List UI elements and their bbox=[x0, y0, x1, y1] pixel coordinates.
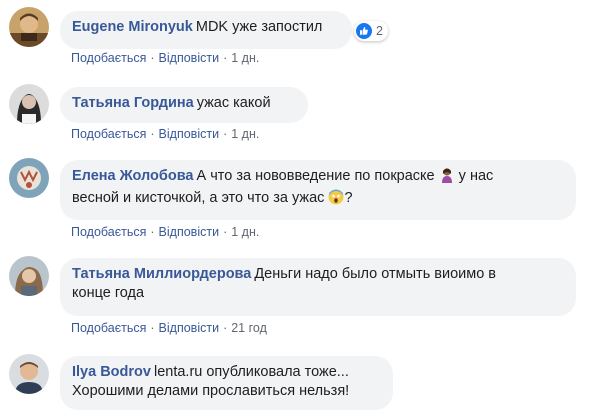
separator-dot: · bbox=[150, 321, 155, 335]
comment-author[interactable]: Татьяна Гордина bbox=[72, 95, 194, 111]
like-link[interactable]: Подобається bbox=[71, 225, 146, 239]
comment-text: ужас какой bbox=[196, 95, 271, 111]
comment-text: А что за нововведение по покраске bbox=[196, 168, 435, 184]
comment-text: Хорошими делами прославиться нельзя! bbox=[72, 383, 350, 399]
comment-bubble: Ilya Bodrov lenta.ru опубликовала тоже...… bbox=[60, 356, 393, 410]
comment-bubble: Татьяна Миллиордерова Деньги надо было от… bbox=[60, 258, 576, 316]
comment-bubble: Татьяна Гордина ужас какой bbox=[60, 87, 308, 123]
avatar[interactable] bbox=[9, 354, 49, 394]
avatar[interactable] bbox=[9, 7, 49, 47]
reaction-count: 2 bbox=[376, 24, 383, 38]
comment-text: MDK уже запостил bbox=[195, 19, 323, 35]
comment-text: ? bbox=[344, 190, 353, 206]
avatar[interactable] bbox=[9, 158, 49, 198]
like-link[interactable]: Подобається bbox=[71, 321, 146, 335]
reply-link[interactable]: Відповісти bbox=[159, 51, 220, 65]
reply-link[interactable]: Відповісти bbox=[159, 127, 220, 141]
reaction-summary[interactable]: 2 bbox=[354, 21, 388, 41]
separator-dot: · bbox=[223, 127, 228, 141]
woman-gesturing-emoji bbox=[439, 167, 455, 189]
separator-dot: · bbox=[150, 51, 155, 65]
avatar[interactable] bbox=[9, 256, 49, 296]
comment-author[interactable]: Елена Жолобова bbox=[72, 168, 194, 184]
comment-actions: Подобається · Відповісти · 1 дн. bbox=[71, 51, 259, 65]
comment-author[interactable]: Eugene Mironyuk bbox=[72, 19, 193, 35]
separator-dot: · bbox=[223, 225, 228, 239]
comment-time[interactable]: 1 дн. bbox=[231, 51, 259, 65]
comment-bubble: Eugene Mironyuk MDK уже запостил bbox=[60, 11, 352, 49]
comment-text: конце года bbox=[72, 285, 145, 301]
comment-text: весной и кисточкой, а это что за ужас bbox=[72, 190, 325, 206]
comment-actions: Подобається · Відповісти · 21 год bbox=[71, 321, 267, 335]
separator-dot: · bbox=[150, 127, 155, 141]
reply-link[interactable]: Відповісти bbox=[159, 321, 220, 335]
reply-link[interactable]: Відповісти bbox=[159, 225, 220, 239]
comment-time[interactable]: 1 дн. bbox=[231, 127, 259, 141]
comment-bubble: Елена Жолобова А что за нововведение по п… bbox=[60, 160, 576, 220]
separator-dot: · bbox=[223, 51, 228, 65]
like-icon bbox=[356, 23, 372, 39]
comment-time[interactable]: 21 год bbox=[231, 321, 267, 335]
comment-text: Деньги надо было отмыть виоимо в bbox=[254, 266, 497, 282]
separator-dot: · bbox=[223, 321, 228, 335]
comment-actions: Подобається · Відповісти · 1 дн. bbox=[71, 127, 259, 141]
like-link[interactable]: Подобається bbox=[71, 127, 146, 141]
separator-dot: · bbox=[150, 225, 155, 239]
comment-author[interactable]: Татьяна Миллиордерова bbox=[72, 266, 251, 282]
comment-actions: Подобається · Відповісти · 1 дн. bbox=[71, 225, 259, 239]
avatar[interactable] bbox=[9, 84, 49, 124]
comment-text: у нас bbox=[454, 168, 494, 184]
comment-text: lenta.ru опубликовала тоже... bbox=[153, 364, 349, 380]
comment-author[interactable]: Ilya Bodrov bbox=[72, 364, 151, 380]
screaming-face-emoji bbox=[328, 189, 344, 211]
comment-time[interactable]: 1 дн. bbox=[231, 225, 259, 239]
like-link[interactable]: Подобається bbox=[71, 51, 146, 65]
